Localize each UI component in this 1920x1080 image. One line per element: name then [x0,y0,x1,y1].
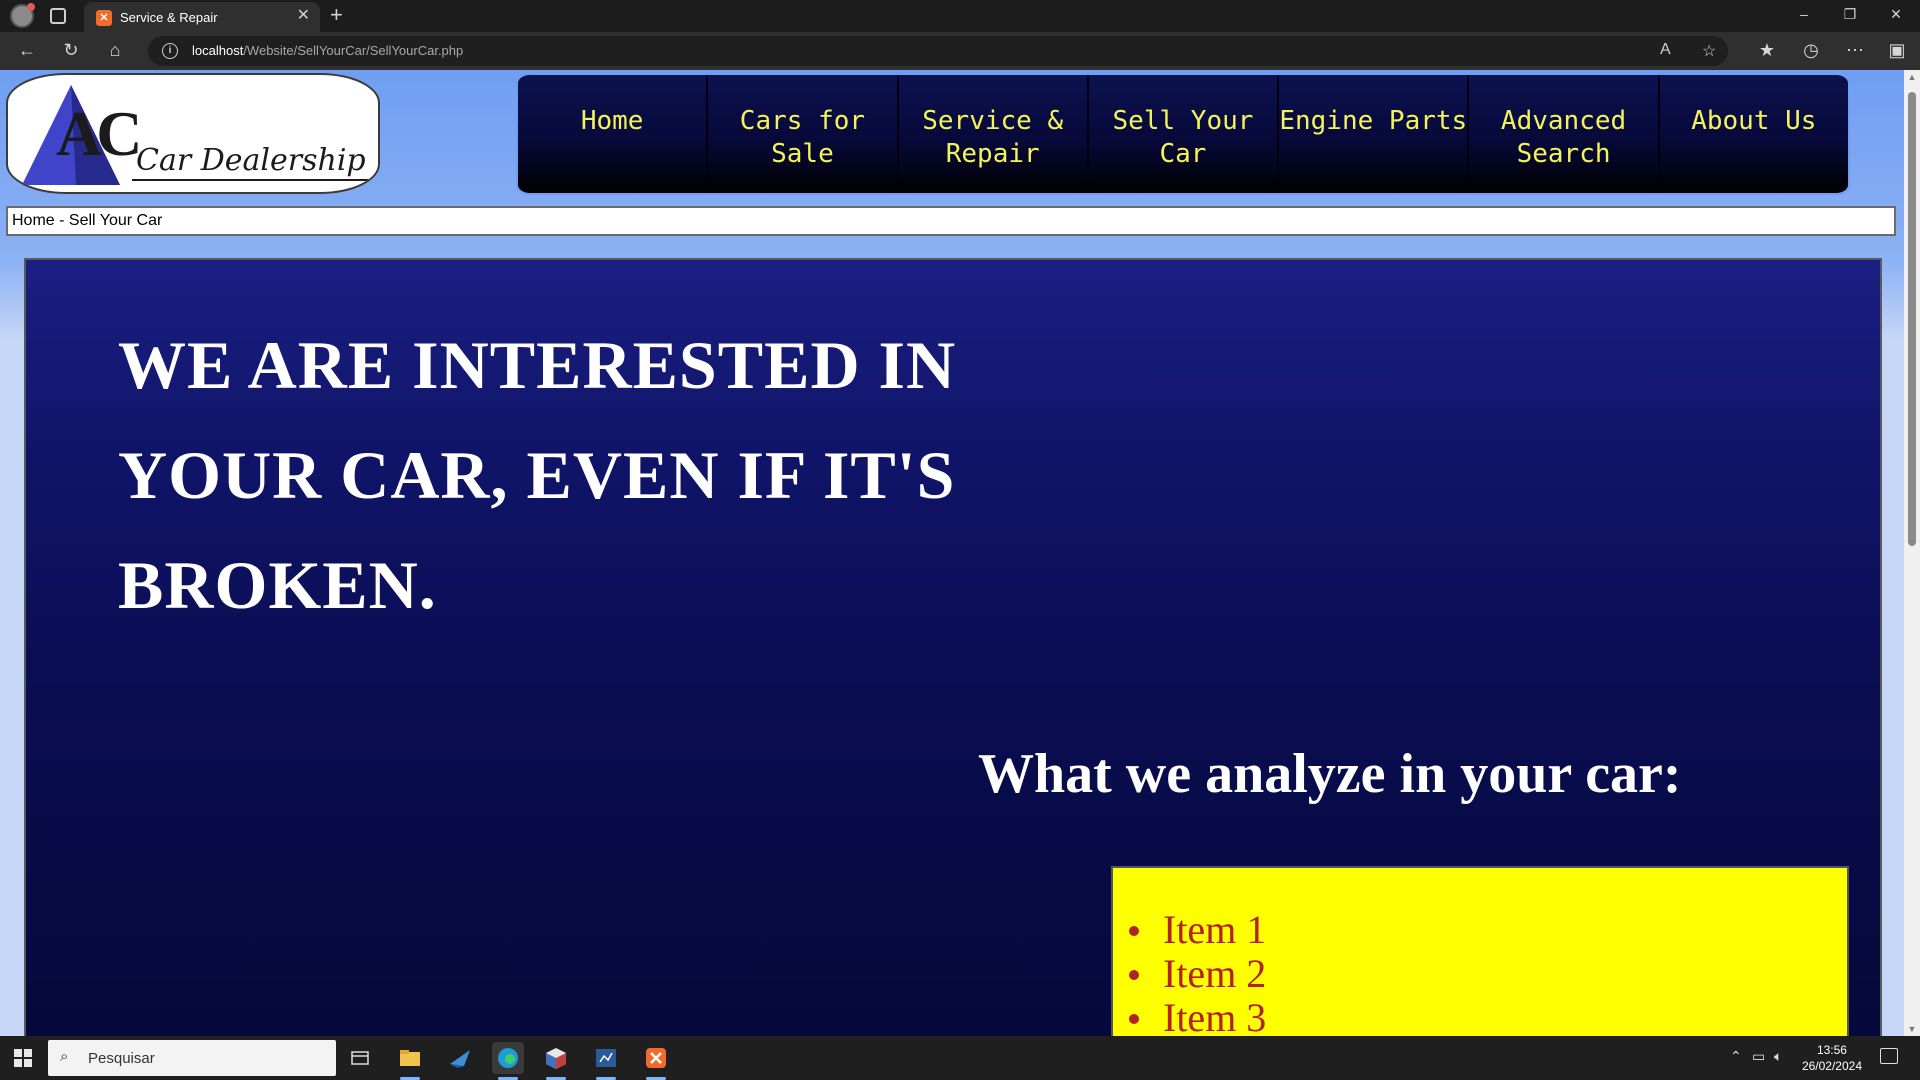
headline-line: BROKEN. [118,547,437,623]
show-hidden-icons-icon[interactable]: ⌃ [1730,1048,1742,1065]
notifications-icon[interactable] [1880,1048,1898,1064]
back-icon[interactable]: ← [16,40,38,60]
clock-time: 13:56 [1816,1043,1847,1057]
nav-home[interactable]: Home [518,75,709,193]
url-text[interactable]: localhost/Website/SellYourCar/SellYourCa… [192,43,463,58]
code-editor-icon[interactable] [590,1042,622,1080]
close-window-icon[interactable]: ✕ [1886,6,1906,23]
taskbar-search[interactable]: ⌕ Pesquisar [48,1040,336,1076]
minimize-icon[interactable]: – [1794,6,1814,22]
url-field[interactable]: i localhost/Website/SellYourCar/SellYour… [148,36,1728,66]
tab-title: Service & Repair [120,10,218,25]
site-logo[interactable]: AC Car Dealership [6,73,380,194]
xampp-control-icon[interactable] [640,1042,672,1080]
profile-avatar-icon[interactable] [10,3,35,28]
nav-cars-for-sale[interactable]: Cars for Sale [708,75,899,193]
nav-sell-your-car[interactable]: Sell Your Car [1089,75,1280,193]
file-explorer-icon[interactable] [394,1042,426,1080]
browser-tab[interactable]: ✕ Service & Repair ✕ [84,2,320,32]
list-item: Item 3 [1128,996,1266,1036]
main-content: WE ARE INTERESTED IN YOUR CAR, EVEN IF I… [24,258,1882,1036]
new-tab-icon[interactable]: + [330,4,343,26]
search-placeholder: Pesquisar [88,1050,155,1067]
scrollbar-thumb[interactable] [1908,92,1916,546]
page-scrollbar[interactable]: ▲ ▼ [1904,70,1920,1036]
breadcrumb: Home - Sell Your Car [6,206,1896,236]
favorite-star-icon[interactable]: ☆ [1702,41,1716,61]
nav-about-us[interactable]: About Us [1660,75,1848,193]
favorites-icon[interactable]: ★ [1756,40,1778,60]
page-headline: WE ARE INTERESTED IN YOUR CAR, EVEN IF I… [118,310,1038,640]
edge-browser-icon[interactable] [492,1042,524,1080]
main-navigation: Home Cars for Sale Service & Repair Sell… [516,73,1850,195]
headline-line: WE ARE INTERESTED IN [118,327,957,403]
search-icon: ⌕ [60,1048,69,1065]
cube-app-icon[interactable] [540,1042,572,1080]
clock-date: 26/02/2024 [1801,1059,1862,1073]
scroll-down-icon[interactable]: ▼ [1907,1024,1917,1034]
nav-service-repair[interactable]: Service & Repair [899,75,1089,193]
windows-taskbar: ⌕ Pesquisar ⌃ ▭ 🔈︎ 13:56 26/02/2024 [0,1036,1920,1080]
volume-icon[interactable]: 🔈︎ [1774,1048,1782,1065]
task-view-icon[interactable] [344,1042,376,1074]
restore-icon[interactable]: ❐ [1840,6,1860,23]
home-icon[interactable]: ⌂ [104,40,126,60]
list-item: Item 1 [1128,907,1267,952]
analyze-heading: What we analyze in your car: [978,743,1682,805]
windows-start-icon[interactable] [14,1049,32,1067]
browser-titlebar: ✕ Service & Repair ✕ + – ❐ ✕ [0,0,1920,32]
close-tab-icon[interactable]: ✕ [297,8,310,24]
headline-line: YOUR CAR, EVEN IF IT'S [118,437,956,513]
list-item: Item 2 [1128,951,1267,996]
logo-name: Car Dealership [132,143,370,181]
sidebar-icon[interactable]: ▣ [1886,40,1908,60]
system-clock[interactable]: 13:56 26/02/2024 [1802,1042,1862,1074]
nav-engine-parts[interactable]: Engine Parts [1279,75,1470,193]
analysis-list: Item 1 Item 2 Item 3 [1128,907,1267,1036]
network-icon[interactable]: ▭ [1752,1048,1765,1065]
more-options-icon[interactable]: ⋯ [1844,40,1866,60]
address-toolbar: ← ↻ ⌂ i localhost/Website/SellYourCar/Se… [0,32,1920,70]
site-info-icon[interactable]: i [162,43,178,59]
page-viewport: AC Car Dealership Home Cars for Sale Ser… [0,70,1920,1036]
tab-actions-icon[interactable] [50,8,66,24]
history-icon[interactable]: ◷ [1800,40,1822,60]
xampp-icon: ✕ [96,10,112,26]
logo-mark: AC [56,98,142,169]
app-icon[interactable] [444,1042,476,1074]
read-aloud-icon[interactable]: A [1660,41,1671,59]
refresh-icon[interactable]: ↻ [60,40,82,60]
scroll-up-icon[interactable]: ▲ [1907,72,1917,82]
analysis-list-box: Item 1 Item 2 Item 3 [1111,866,1849,1036]
nav-advanced-search[interactable]: Advanced Search [1469,75,1660,193]
